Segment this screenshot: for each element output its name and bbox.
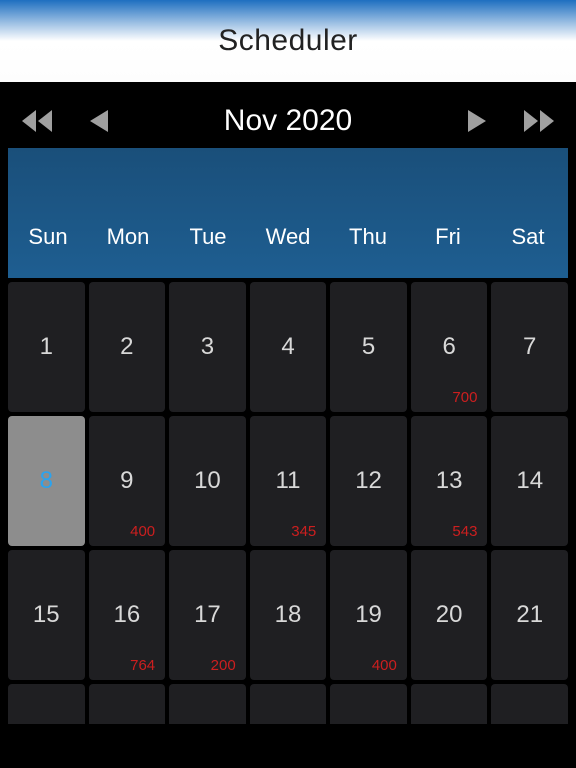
calendar-day-cell[interactable]: 6 700: [411, 282, 488, 412]
day-number: 4: [281, 333, 294, 361]
calendar-day-cell[interactable]: 4: [250, 282, 327, 412]
day-number: 5: [362, 333, 375, 361]
double-chevron-right-icon: [524, 110, 554, 132]
chevron-left-icon: [90, 110, 108, 132]
day-number: 18: [275, 601, 302, 629]
day-number: 21: [516, 601, 543, 629]
calendar-day-cell[interactable]: 13 543: [411, 416, 488, 546]
day-number: 17: [194, 601, 221, 629]
calendar-day-cell[interactable]: 17 200: [169, 550, 246, 680]
day-badge: 543: [452, 523, 477, 540]
day-number: 1: [40, 333, 53, 361]
current-month-label: Nov 2020: [224, 104, 352, 138]
weekday-label: Wed: [248, 224, 328, 250]
prev-year-button[interactable]: [20, 104, 54, 138]
prev-month-button[interactable]: [82, 104, 116, 138]
day-number: 8: [40, 467, 53, 495]
calendar-day-cell[interactable]: 5: [330, 282, 407, 412]
day-number: 7: [523, 333, 536, 361]
day-number: 2: [120, 333, 133, 361]
app-title: Scheduler: [218, 24, 358, 58]
calendar-day-cell[interactable]: 12: [330, 416, 407, 546]
calendar-day-cell[interactable]: 19 400: [330, 550, 407, 680]
month-navigator: Nov 2020: [8, 94, 568, 148]
title-bar: Scheduler: [0, 0, 576, 82]
calendar-day-cell[interactable]: 10: [169, 416, 246, 546]
weekday-label: Tue: [168, 224, 248, 250]
calendar-day-cell[interactable]: [8, 684, 85, 724]
day-number: 19: [355, 601, 382, 629]
next-month-button[interactable]: [460, 104, 494, 138]
weekday-label: Thu: [328, 224, 408, 250]
calendar-day-cell[interactable]: 21: [491, 550, 568, 680]
day-badge: 400: [130, 523, 155, 540]
weekday-label: Mon: [88, 224, 168, 250]
calendar-day-cell[interactable]: [491, 684, 568, 724]
day-number: 14: [516, 467, 543, 495]
calendar-day-cell[interactable]: 9 400: [89, 416, 166, 546]
day-number: 11: [276, 467, 301, 495]
calendar-day-cell[interactable]: 2: [89, 282, 166, 412]
day-badge: 400: [372, 657, 397, 674]
calendar-day-cell[interactable]: [411, 684, 488, 724]
day-number: 6: [442, 333, 455, 361]
calendar-day-cell[interactable]: 14: [491, 416, 568, 546]
calendar-day-cell[interactable]: 8: [8, 416, 85, 546]
weekday-label: Sat: [488, 224, 568, 250]
calendar-day-cell[interactable]: 20: [411, 550, 488, 680]
weekday-header: SunMonTueWedThuFriSat: [8, 148, 568, 278]
calendar-day-cell[interactable]: 16 764: [89, 550, 166, 680]
day-number: 3: [201, 333, 214, 361]
day-badge: 200: [211, 657, 236, 674]
day-number: 20: [436, 601, 463, 629]
calendar-day-cell[interactable]: [169, 684, 246, 724]
day-number: 16: [114, 601, 141, 629]
day-number: 13: [436, 467, 463, 495]
calendar-day-cell[interactable]: 15: [8, 550, 85, 680]
next-year-button[interactable]: [522, 104, 556, 138]
day-number: 12: [355, 467, 382, 495]
calendar-day-cell[interactable]: [89, 684, 166, 724]
weekday-label: Fri: [408, 224, 488, 250]
calendar-day-cell[interactable]: 11 345: [250, 416, 327, 546]
day-number: 9: [120, 467, 133, 495]
day-badge: 700: [452, 389, 477, 406]
double-chevron-left-icon: [22, 110, 52, 132]
calendar-grid-partial: [8, 680, 568, 724]
day-number: 10: [194, 467, 221, 495]
calendar-grid: 1234567007894001011345121354314151676417…: [8, 278, 568, 680]
day-badge: 345: [291, 523, 316, 540]
calendar-day-cell[interactable]: 3: [169, 282, 246, 412]
calendar-day-cell[interactable]: 1: [8, 282, 85, 412]
calendar-day-cell[interactable]: 18: [250, 550, 327, 680]
weekday-label: Sun: [8, 224, 88, 250]
day-number: 15: [33, 601, 60, 629]
calendar-day-cell[interactable]: [250, 684, 327, 724]
day-badge: 764: [130, 657, 155, 674]
chevron-right-icon: [468, 110, 486, 132]
calendar-day-cell[interactable]: 7: [491, 282, 568, 412]
calendar-day-cell[interactable]: [330, 684, 407, 724]
